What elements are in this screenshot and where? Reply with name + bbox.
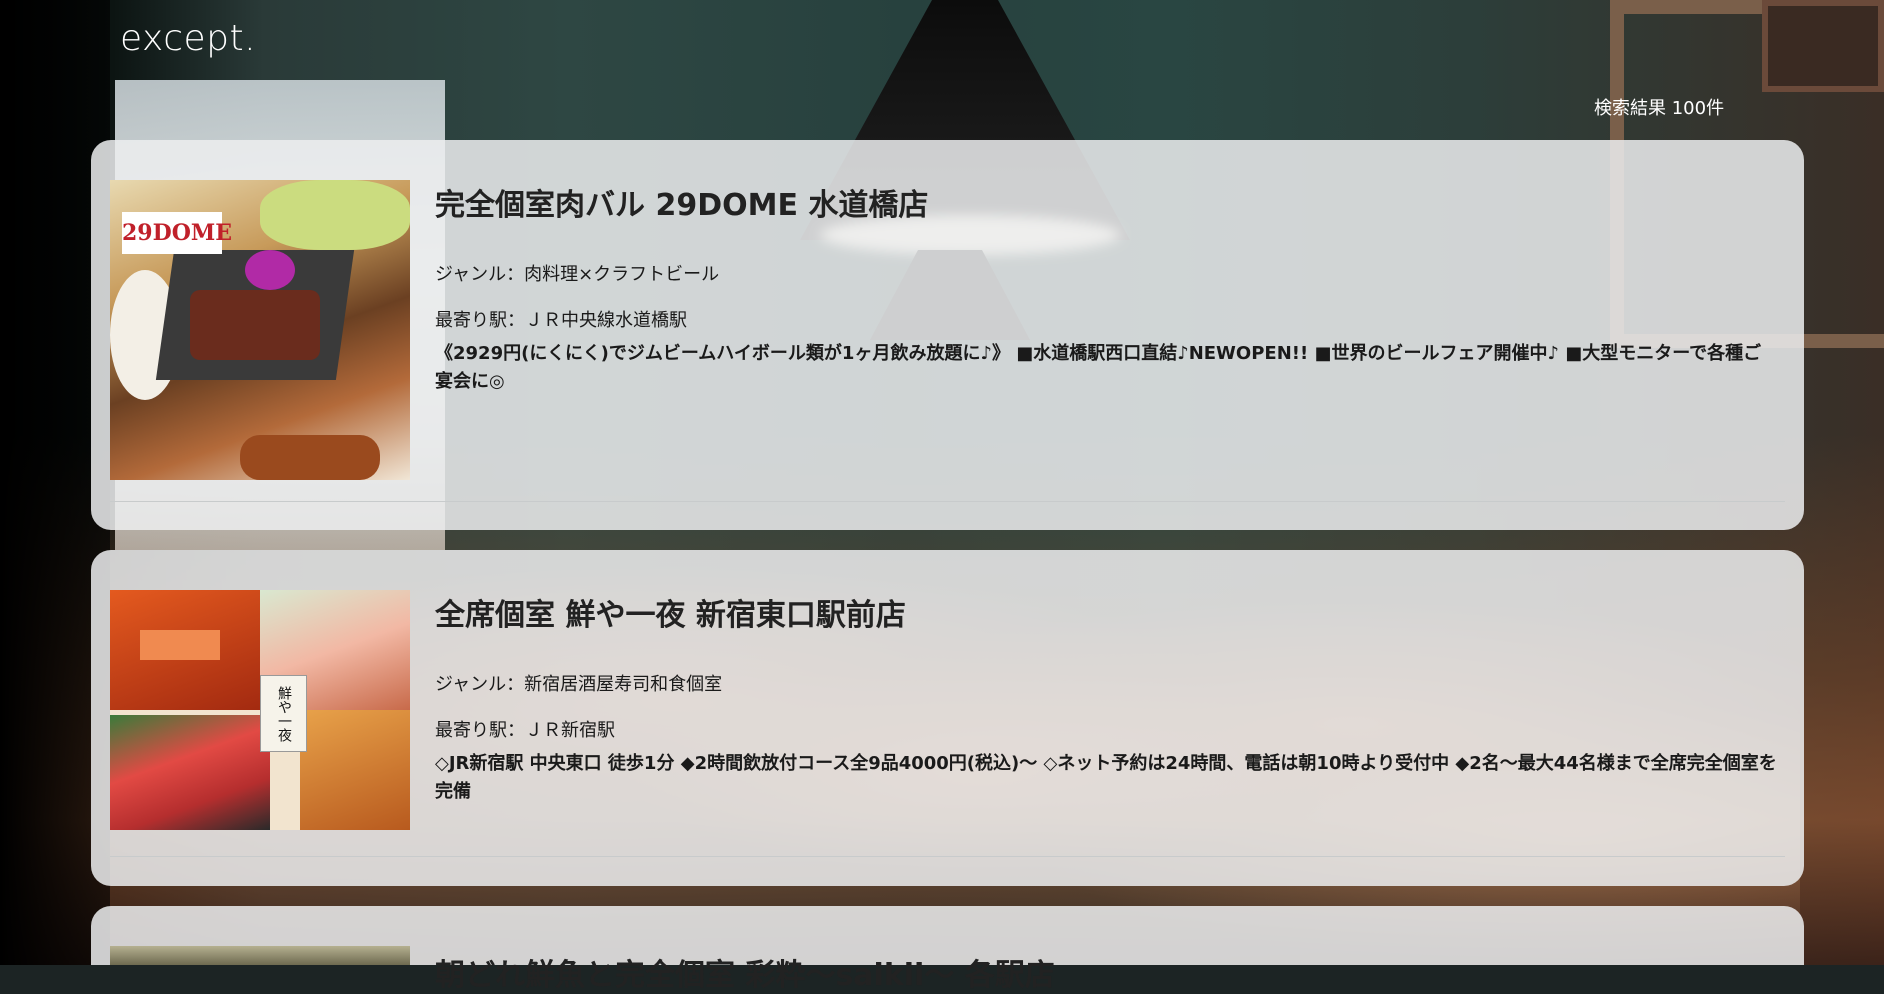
image-brand-text: 29DOME: [122, 212, 232, 254]
restaurant-name[interactable]: 朝どれ鮮魚と完全個室 彩粋～saikii～ 各駅店: [435, 950, 1778, 994]
restaurant-image[interactable]: 鮮や一夜: [110, 590, 410, 830]
result-card[interactable]: 朝どれ鮮魚と完全個室 彩粋～saikii～ 各駅店: [91, 906, 1804, 993]
card-divider: [110, 501, 1785, 502]
restaurant-name[interactable]: 全席個室 鮮や一夜 新宿東口駅前店: [435, 590, 1778, 634]
nearest-station: 最寄り駅：ＪＲ中央線水道橋駅: [435, 310, 687, 331]
restaurant-name[interactable]: 完全個室肉バル 29DOME 水道橋店: [435, 180, 1778, 224]
restaurant-genre: ジャンル：新宿居酒屋寿司和食個室: [435, 674, 723, 695]
restaurant-genre: ジャンル：肉料理×クラフトビール: [435, 264, 720, 285]
result-card[interactable]: 鮮や一夜 全席個室 鮮や一夜 新宿東口駅前店 ジャンル：新宿居酒屋寿司和食個室 …: [91, 550, 1804, 886]
restaurant-description: ◇JR新宿駅 中央東口 徒歩1分 ◆2時間飲放付コース全9品4000円(税込)～…: [435, 753, 1777, 802]
image-label-text: 鮮や一夜: [260, 675, 307, 752]
restaurant-image[interactable]: [110, 946, 410, 965]
site-logo[interactable]: except.: [120, 18, 256, 59]
card-divider: [110, 856, 1785, 857]
nearest-station: 最寄り駅：ＪＲ新宿駅: [435, 720, 615, 741]
result-card[interactable]: 29DOME 完全個室肉バル 29DOME 水道橋店 ジャンル：肉料理×クラフト…: [91, 140, 1804, 530]
restaurant-image[interactable]: 29DOME: [110, 180, 410, 480]
result-count: 検索結果 100件: [1594, 98, 1725, 119]
restaurant-description: 《2929円(にくにく)でジムビームハイボール類が1ヶ月飲み放題に♪》 ■水道橋…: [435, 343, 1762, 392]
